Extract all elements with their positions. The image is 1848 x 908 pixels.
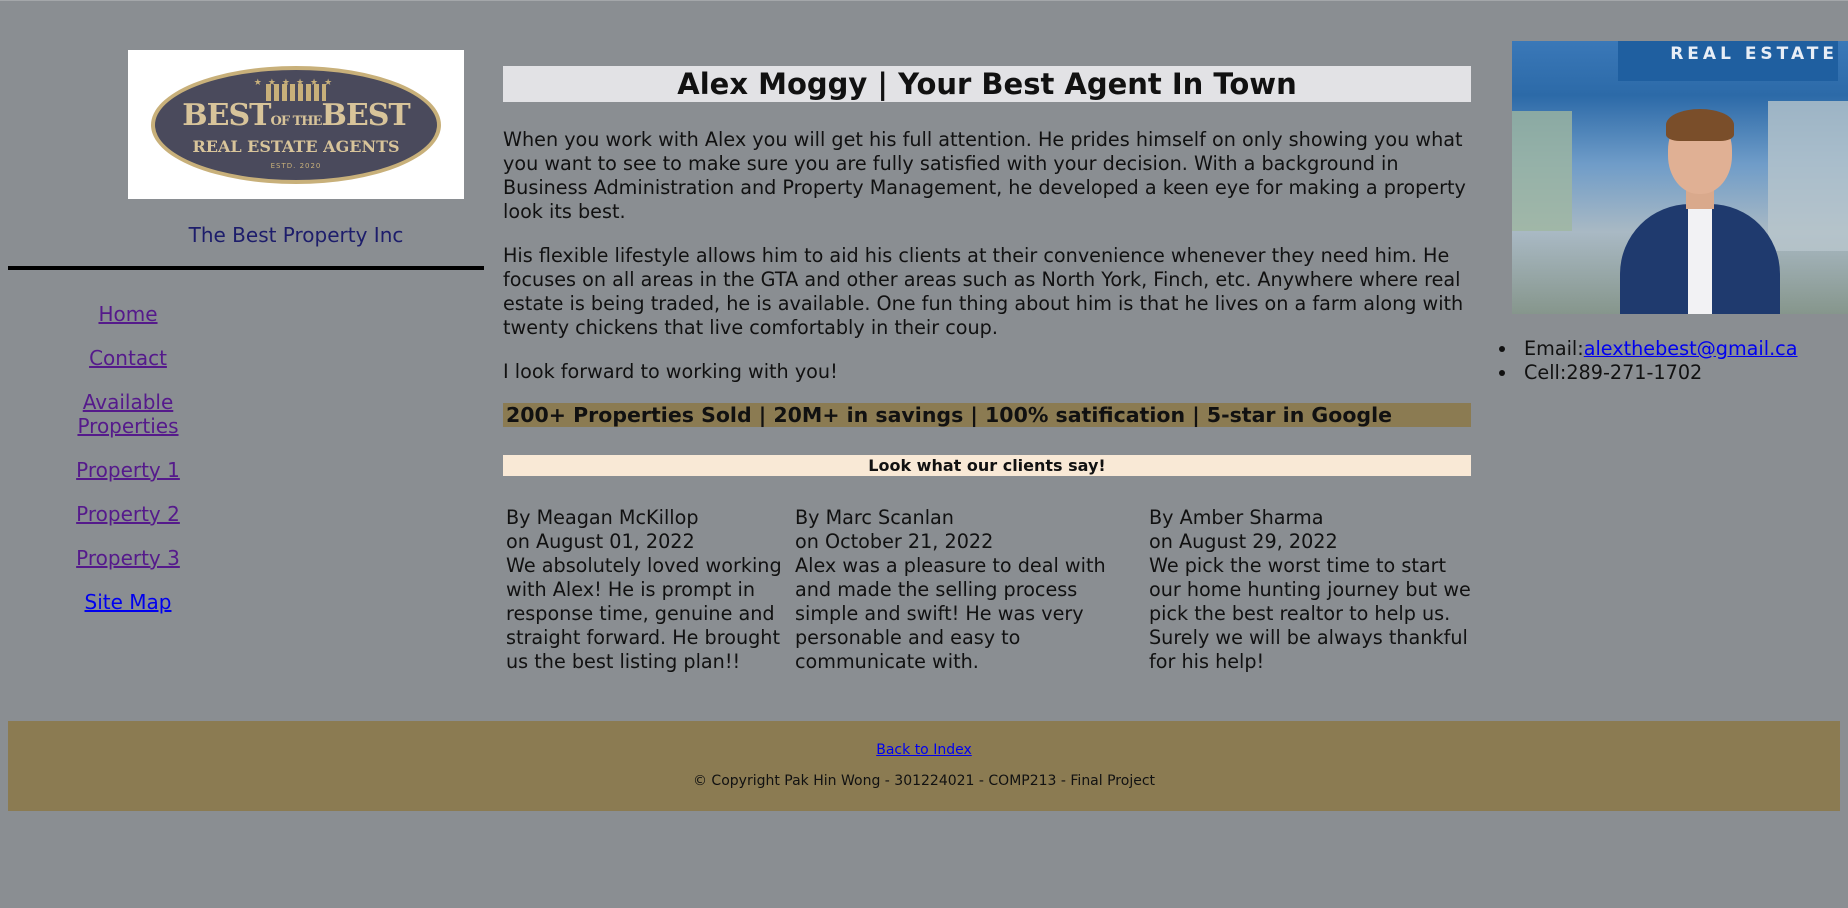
agent-figure xyxy=(1620,109,1780,314)
logo-established: ESTD. 2020 xyxy=(270,162,322,170)
lifestyle-paragraph: His flexible lifestyle allows him to aid… xyxy=(503,244,1464,339)
testimonials-heading: Look what our clients say! xyxy=(503,455,1471,476)
review-author: By Amber Sharma xyxy=(1149,506,1324,529)
contact-cell: Cell:289-271-1702 xyxy=(1518,361,1798,385)
nav-link-home[interactable]: Home xyxy=(8,302,248,326)
testimonials: By Meagan McKillop on August 01, 2022 We… xyxy=(506,506,1474,681)
main-nav: Home Contact Available Properties Propert… xyxy=(8,302,248,634)
nav-link-contact[interactable]: Contact xyxy=(8,346,248,370)
logo-title: BESTOF THEBEST xyxy=(170,101,422,137)
main-content: Alex Moggy | Your Best Agent In Town Whe… xyxy=(503,66,1471,673)
real-estate-sign: REAL ESTATE xyxy=(1618,41,1838,81)
agent-photo: REAL ESTATE xyxy=(1512,41,1848,314)
review-author: By Marc Scanlan xyxy=(795,506,954,529)
company-logo: ★★★★★★ BESTOF THEBEST REAL ESTATE AGENTS… xyxy=(128,50,464,199)
logo-subtitle: REAL ESTATE AGENTS xyxy=(188,137,404,156)
review-date: on August 29, 2022 xyxy=(1149,530,1338,553)
review-text: We pick the worst time to start our home… xyxy=(1149,554,1471,673)
review-date: on October 21, 2022 xyxy=(795,530,994,553)
agent-hair xyxy=(1666,109,1734,141)
contact-list: Email:alexthebest@gmail.ca Cell:289-271-… xyxy=(1498,337,1798,385)
contact-email: Email:alexthebest@gmail.ca xyxy=(1518,337,1798,361)
footer: Back to Index © Copyright Pak Hin Wong -… xyxy=(8,721,1840,811)
stats-banner: 200+ Properties Sold | 20M+ in savings |… xyxy=(503,403,1471,427)
nav-link-property-1[interactable]: Property 1 xyxy=(8,458,248,482)
agent-shirt xyxy=(1688,209,1712,314)
review-card: By Meagan McKillop on August 01, 2022 We… xyxy=(506,506,791,674)
nav-link-property-3[interactable]: Property 3 xyxy=(8,546,248,570)
review-card: By Marc Scanlan on October 21, 2022 Alex… xyxy=(795,506,1135,674)
window-right xyxy=(1768,101,1848,251)
top-border xyxy=(0,0,1848,1)
review-text: We absolutely loved working with Alex! H… xyxy=(506,554,782,673)
nav-link-property-2[interactable]: Property 2 xyxy=(8,502,248,526)
review-text: Alex was a pleasure to deal with and mad… xyxy=(795,554,1106,673)
page-title: Alex Moggy | Your Best Agent In Town xyxy=(503,66,1471,102)
review-card: By Amber Sharma on August 29, 2022 We pi… xyxy=(1149,506,1471,674)
email-link[interactable]: alexthebest@gmail.ca xyxy=(1584,337,1798,360)
logo-emblem: ★★★★★★ BESTOF THEBEST REAL ESTATE AGENTS… xyxy=(151,65,441,184)
back-to-index-link[interactable]: Back to Index xyxy=(8,742,1840,758)
company-name: The Best Property Inc xyxy=(188,223,404,247)
left-divider xyxy=(8,266,484,270)
nav-link-site-map[interactable]: Site Map xyxy=(8,590,248,614)
intro-paragraph: When you work with Alex you will get his… xyxy=(503,128,1466,223)
closing-paragraph: I look forward to working with you! xyxy=(503,360,838,383)
review-author: By Meagan McKillop xyxy=(506,506,699,529)
review-date: on August 01, 2022 xyxy=(506,530,695,553)
nav-link-available-properties[interactable]: Available Properties xyxy=(8,390,248,438)
window-left xyxy=(1512,111,1572,231)
copyright-text: © Copyright Pak Hin Wong - 301224021 - C… xyxy=(692,773,1156,789)
